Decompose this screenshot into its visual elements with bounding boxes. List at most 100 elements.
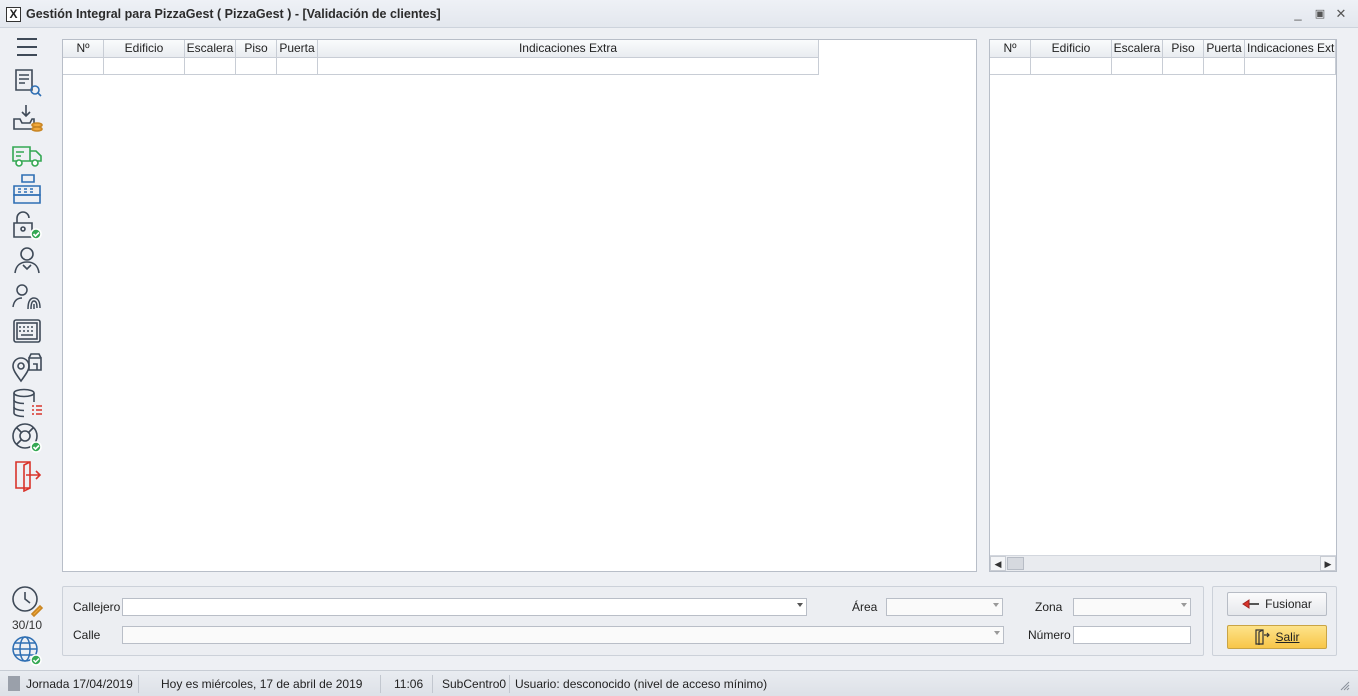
status-jornada: Jornada 17/04/2019 bbox=[26, 677, 133, 691]
zona-label: Zona bbox=[1035, 600, 1063, 614]
exit-door-icon bbox=[1255, 629, 1271, 645]
resize-grip-icon[interactable] bbox=[1338, 679, 1350, 691]
column-header-puerta[interactable]: Puerta bbox=[1204, 40, 1245, 58]
tray-download-coins-icon bbox=[13, 105, 43, 132]
minimize-button[interactable]: _ bbox=[1288, 5, 1308, 23]
database-list-icon bbox=[13, 388, 42, 418]
fusionar-label: Fusionar bbox=[1265, 597, 1312, 611]
sidebar-item-documents[interactable] bbox=[8, 65, 46, 99]
column-header-numero[interactable]: Nº bbox=[990, 40, 1031, 58]
chevron-down-icon bbox=[797, 603, 803, 607]
grid-cell[interactable] bbox=[1245, 58, 1336, 75]
clock-pencil-icon bbox=[12, 586, 44, 618]
area-combo[interactable] bbox=[886, 598, 1003, 616]
padlock-check-icon bbox=[13, 211, 42, 240]
status-bar: Jornada 17/04/2019 Hoy es miércoles, 17 … bbox=[0, 670, 1358, 696]
grid-cell[interactable] bbox=[990, 58, 1031, 75]
horizontal-scrollbar[interactable]: ◀ ▶ bbox=[990, 555, 1336, 571]
grid-cell[interactable] bbox=[1163, 58, 1204, 75]
chevron-down-icon bbox=[994, 631, 1000, 635]
clock-label: 30/10 bbox=[11, 618, 43, 632]
keyboard-icon bbox=[13, 319, 41, 343]
grid-cell[interactable] bbox=[236, 58, 277, 75]
location-store-icon bbox=[12, 353, 42, 383]
callejero-combo[interactable] bbox=[122, 598, 807, 616]
title-bar: X Gestión Integral para PizzaGest ( Pizz… bbox=[0, 0, 1358, 28]
sidebar-item-security[interactable] bbox=[8, 208, 46, 242]
sidebar-item-inbox[interactable] bbox=[8, 101, 46, 135]
sidebar-item-exit[interactable] bbox=[8, 458, 46, 492]
column-header-piso[interactable]: Piso bbox=[236, 40, 277, 58]
grid-cell[interactable] bbox=[318, 58, 819, 75]
column-header-indicaciones[interactable]: Indicaciones Extra bbox=[1245, 40, 1336, 58]
numero-label: Número bbox=[1028, 628, 1071, 642]
status-divider bbox=[509, 675, 510, 693]
right-address-grid[interactable]: Nº Edificio Escalera Piso Puerta Indicac… bbox=[989, 39, 1337, 572]
globe-check-icon bbox=[12, 636, 42, 666]
grid-cell[interactable] bbox=[185, 58, 236, 75]
status-divider bbox=[138, 675, 139, 693]
column-header-escalera[interactable]: Escalera bbox=[1112, 40, 1163, 58]
salir-button[interactable]: Salir bbox=[1227, 625, 1327, 649]
grid-cell[interactable] bbox=[1031, 58, 1112, 75]
grid-cell[interactable] bbox=[63, 58, 104, 75]
status-usuario: Usuario: desconocido (nivel de acceso mí… bbox=[515, 677, 768, 691]
numero-input[interactable] bbox=[1073, 626, 1191, 644]
chevron-down-icon bbox=[1181, 603, 1187, 607]
status-hora: 11:06 bbox=[394, 677, 424, 691]
column-header-escalera[interactable]: Escalera bbox=[185, 40, 236, 58]
arrow-left-icon bbox=[1242, 599, 1260, 609]
maximize-button[interactable]: ▣ bbox=[1310, 5, 1330, 23]
grid-cell[interactable] bbox=[277, 58, 318, 75]
receipt-search-icon bbox=[15, 69, 42, 97]
calle-combo[interactable] bbox=[122, 626, 1004, 644]
scroll-left-button[interactable]: ◀ bbox=[990, 556, 1006, 571]
sidebar-item-locations[interactable] bbox=[8, 350, 46, 384]
sidebar-item-keyboard[interactable] bbox=[8, 314, 46, 348]
grid-cell[interactable] bbox=[1112, 58, 1163, 75]
status-indicator bbox=[8, 676, 20, 691]
sidebar-item-users[interactable] bbox=[8, 243, 46, 277]
left-address-grid[interactable]: Nº Edificio Escalera Piso Puerta Indicac… bbox=[62, 39, 977, 572]
delivery-truck-icon bbox=[12, 146, 42, 167]
fingerprint-user-icon bbox=[12, 284, 41, 310]
close-button[interactable]: ✕ bbox=[1331, 5, 1351, 23]
sidebar: 30/10 bbox=[0, 28, 54, 668]
chevron-down-icon bbox=[993, 603, 999, 607]
sidebar-item-support[interactable] bbox=[8, 421, 46, 455]
exit-door-icon bbox=[15, 461, 42, 492]
salir-label: Salir bbox=[1275, 630, 1300, 644]
network-button[interactable] bbox=[8, 634, 46, 668]
sidebar-item-fingerprint[interactable] bbox=[8, 279, 46, 313]
sidebar-item-cash-register[interactable] bbox=[8, 172, 46, 206]
hamburger-menu-icon bbox=[17, 38, 37, 56]
column-header-numero[interactable]: Nº bbox=[63, 40, 104, 58]
cash-register-icon bbox=[13, 174, 41, 204]
user-profile-icon bbox=[14, 247, 40, 274]
address-form: Callejero Área Zona Calle Número bbox=[62, 586, 1204, 656]
grid-cell[interactable] bbox=[1204, 58, 1245, 75]
calle-label: Calle bbox=[73, 628, 101, 642]
status-divider bbox=[432, 675, 433, 693]
window-title: Gestión Integral para PizzaGest ( PizzaG… bbox=[26, 7, 441, 21]
column-header-indicaciones[interactable]: Indicaciones Extra bbox=[318, 40, 819, 58]
sidebar-item-delivery[interactable] bbox=[8, 137, 46, 171]
area-label: Área bbox=[852, 600, 878, 614]
fusionar-button[interactable]: Fusionar bbox=[1227, 592, 1327, 616]
column-header-edificio[interactable]: Edificio bbox=[1031, 40, 1112, 58]
status-fecha: Hoy es miércoles, 17 de abril de 2019 bbox=[161, 677, 363, 691]
clock-button[interactable] bbox=[8, 584, 46, 618]
scroll-right-button[interactable]: ▶ bbox=[1320, 556, 1336, 571]
scroll-thumb[interactable] bbox=[1007, 557, 1024, 570]
menu-button[interactable] bbox=[8, 30, 46, 64]
zona-combo[interactable] bbox=[1073, 598, 1191, 616]
grid-cell[interactable] bbox=[104, 58, 185, 75]
status-divider bbox=[380, 675, 381, 693]
callejero-label: Callejero bbox=[73, 600, 121, 614]
column-header-puerta[interactable]: Puerta bbox=[277, 40, 318, 58]
column-header-edificio[interactable]: Edificio bbox=[104, 40, 185, 58]
app-logo-icon[interactable]: X bbox=[6, 7, 21, 22]
column-header-piso[interactable]: Piso bbox=[1163, 40, 1204, 58]
status-subcentro: SubCentro0 bbox=[442, 677, 507, 691]
sidebar-item-database[interactable] bbox=[8, 386, 46, 420]
